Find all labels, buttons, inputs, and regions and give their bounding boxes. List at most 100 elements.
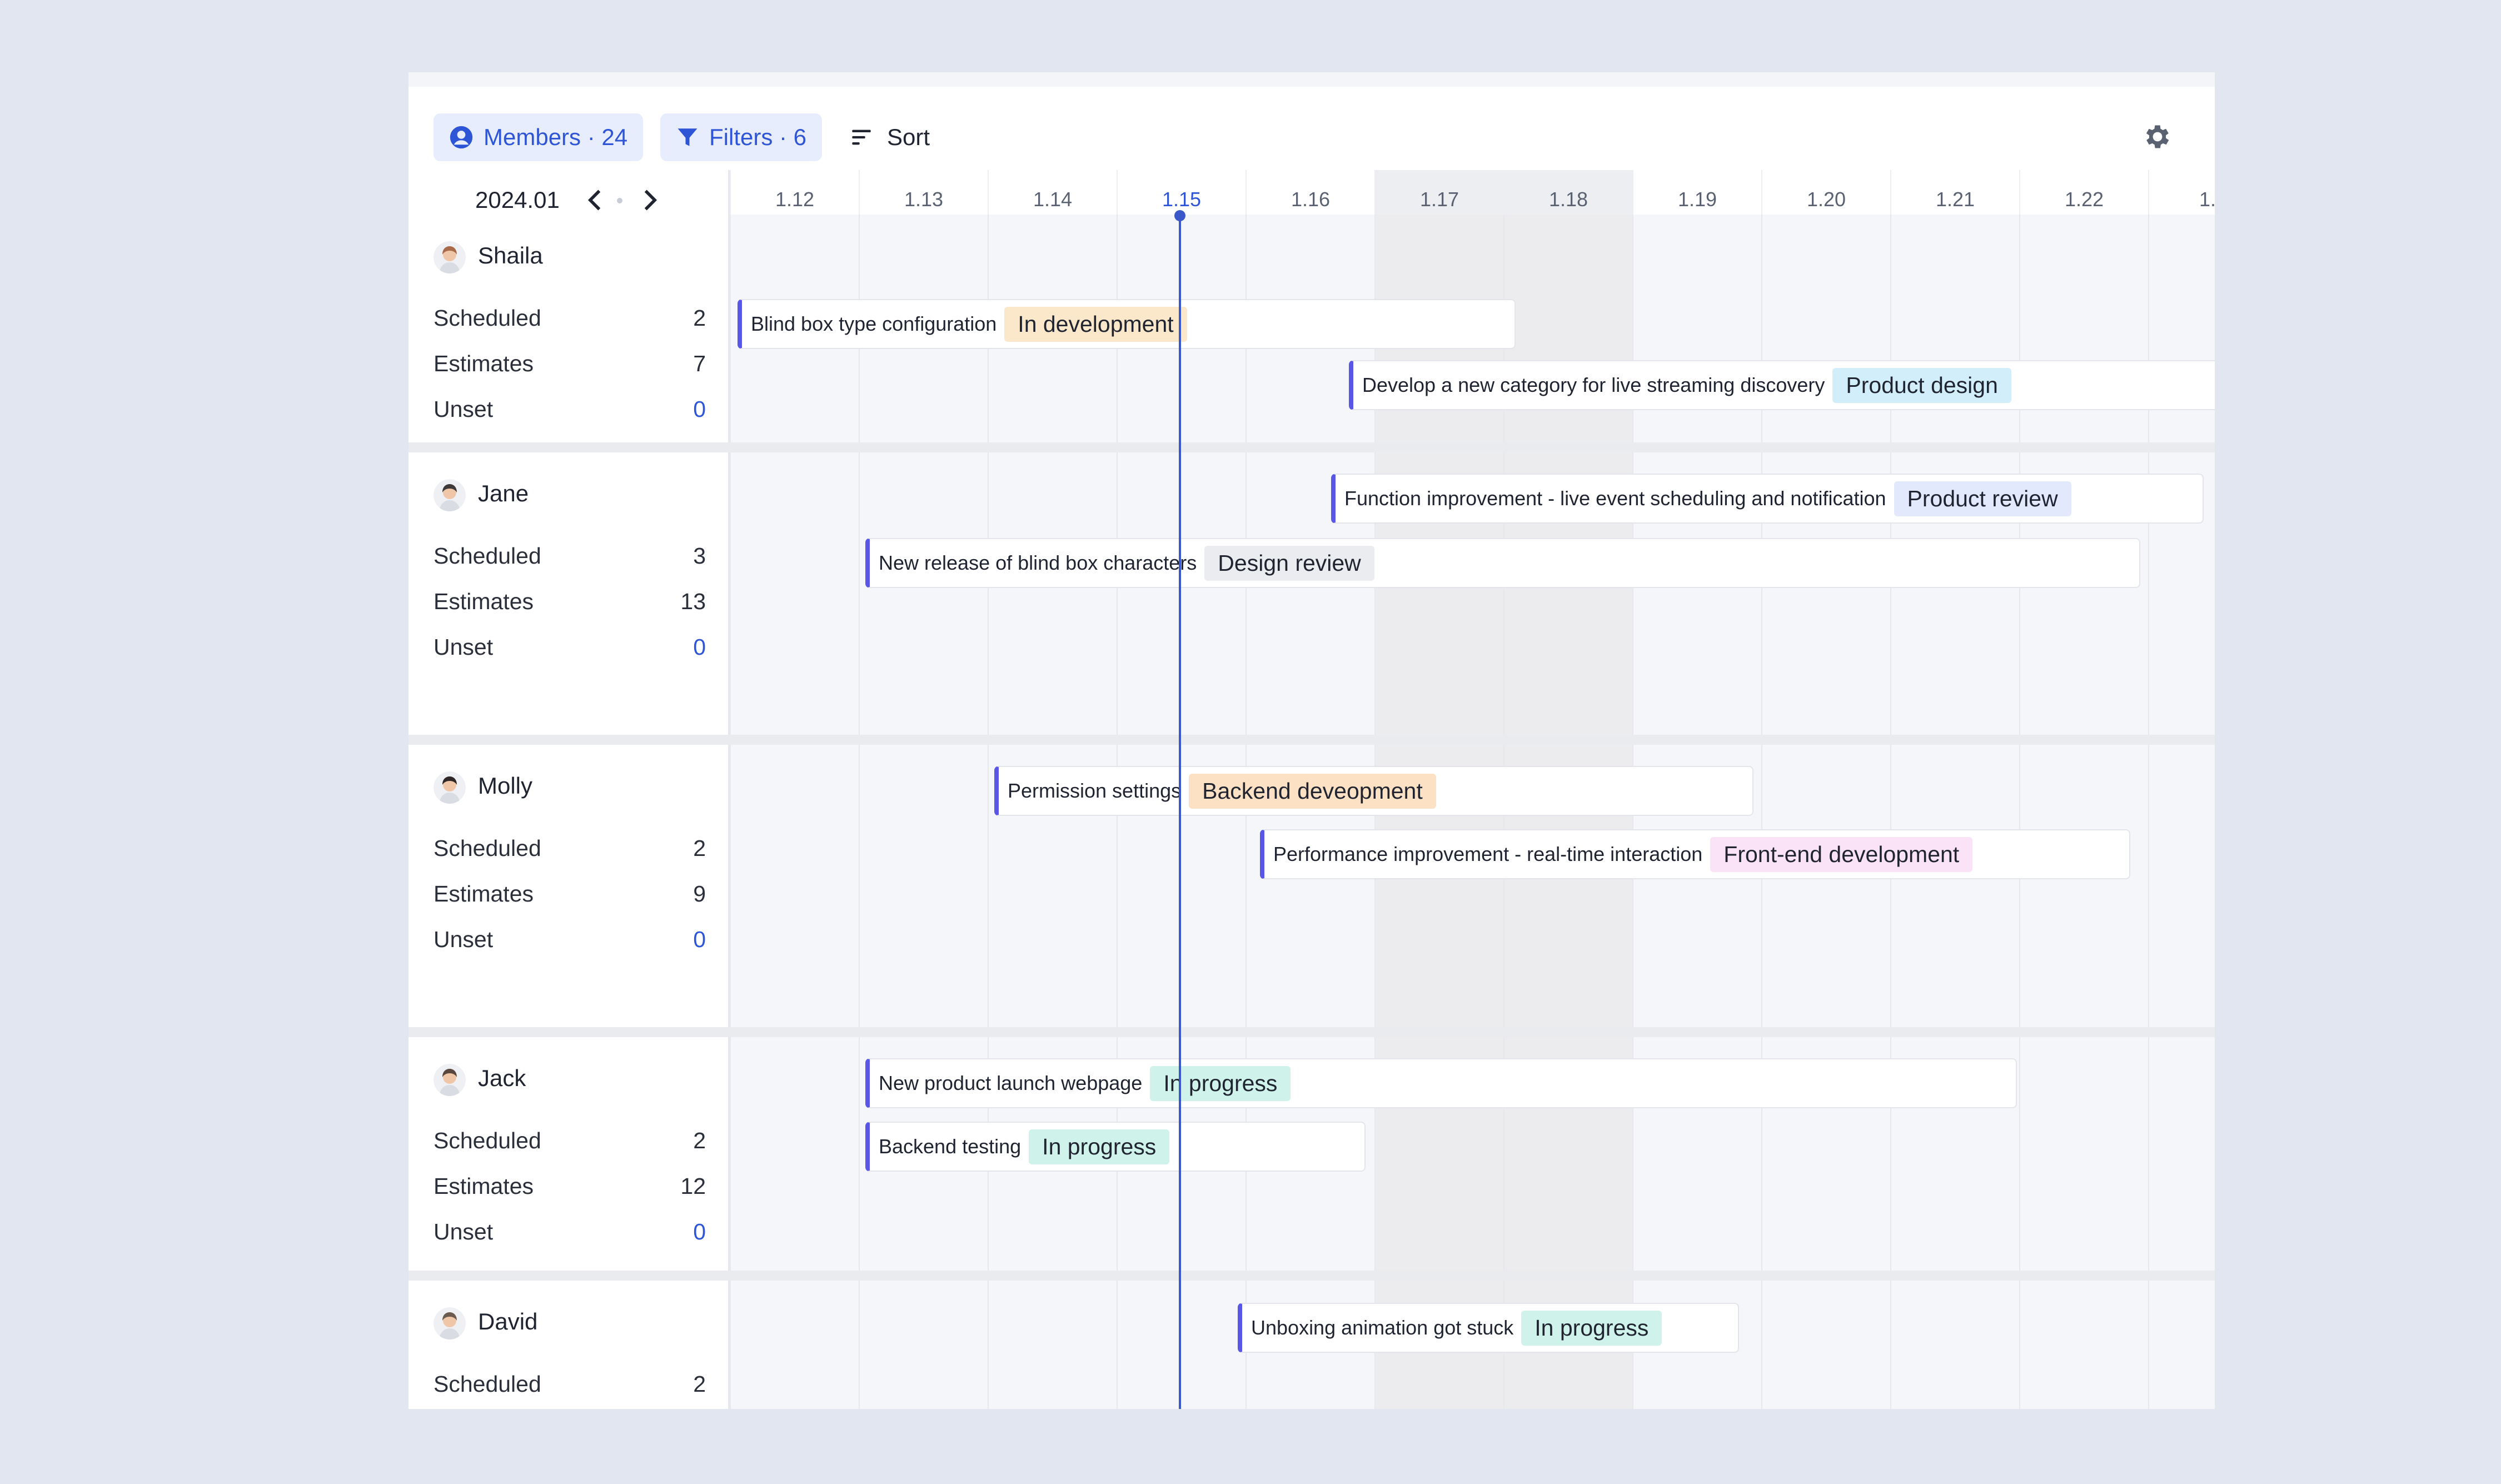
filters-label: Filters · 6 — [709, 124, 807, 150]
member-name[interactable]: Shaila — [478, 242, 543, 269]
stat-label: Scheduled — [434, 1128, 541, 1153]
stat-label: Estimates — [434, 589, 534, 614]
stat-value: 2 — [693, 305, 706, 331]
status-tag: In progress — [1521, 1310, 1662, 1346]
stat-row: Unset 0 — [434, 634, 706, 660]
stat-label: Estimates — [434, 881, 534, 907]
task-bar[interactable]: New release of blind box characters Desig… — [865, 538, 2140, 588]
avatar[interactable] — [434, 479, 466, 511]
chevron-left-icon[interactable] — [583, 186, 607, 215]
stat-row: Unset 0 — [434, 927, 706, 953]
stat-label: Unset — [434, 634, 494, 660]
task-bar[interactable]: New product launch webpage In progress — [865, 1058, 2017, 1108]
task-title: Backend testing — [879, 1135, 1022, 1158]
avatar[interactable] — [434, 771, 466, 804]
status-tag: In development — [1004, 306, 1187, 342]
member-summary: Jane Scheduled 3 Estimates 13 Unset 0 — [408, 452, 730, 735]
stat-row: Unset 0 — [434, 1219, 706, 1245]
stat-row: Unset 0 — [434, 396, 706, 422]
avatar[interactable] — [434, 1064, 466, 1096]
stat-label: Unset — [434, 396, 494, 422]
stat-value: 7 — [693, 351, 706, 376]
task-bar[interactable]: Backend testing In progress — [865, 1122, 1366, 1172]
sort-label: Sort — [887, 124, 930, 150]
stat-value[interactable]: 0 — [693, 396, 706, 422]
task-title: Develop a new category for live streamin… — [1362, 374, 1825, 396]
stat-label: Estimates — [434, 1173, 534, 1199]
stat-value: 2 — [693, 1128, 706, 1153]
task-bar[interactable]: Blind box type configuration In developme… — [738, 299, 1516, 349]
task-title: Function improvement - live event schedu… — [1344, 487, 1886, 510]
stat-value[interactable]: 0 — [693, 634, 706, 660]
filter-icon — [677, 128, 698, 146]
task-bar[interactable]: Develop a new category for live streamin… — [1349, 360, 2215, 410]
sort-button[interactable]: Sort — [850, 113, 930, 161]
stat-label: Scheduled — [434, 305, 541, 331]
task-bar[interactable]: Performance improvement - real-time inte… — [1260, 829, 2130, 879]
status-tag: Product review — [1894, 481, 2071, 516]
user-circle-icon — [450, 126, 473, 149]
task-title: Blind box type configuration — [751, 312, 997, 335]
stat-value: 2 — [693, 1371, 706, 1397]
member-name[interactable]: Molly — [478, 773, 532, 799]
status-tag: Backend deveopment — [1189, 773, 1436, 809]
today-dot[interactable] — [617, 198, 622, 203]
filters-button[interactable]: Filters · 6 — [660, 113, 823, 161]
avatar[interactable] — [434, 241, 466, 273]
member-row: Shaila Scheduled 2 Estimates 7 Unset 0 Blind bo… — [408, 215, 2215, 448]
task-title: New product launch webpage — [879, 1072, 1143, 1094]
status-tag: Design review — [1204, 545, 1374, 581]
status-tag: In progress — [1029, 1129, 1170, 1164]
member-summary: Shaila Scheduled 2 Estimates 7 Unset 0 — [408, 215, 730, 448]
member-separator — [408, 442, 2215, 452]
stat-row: Estimates 9 — [434, 881, 706, 907]
member-row: Jane Scheduled 3 Estimates 13 Unset 0 Function … — [408, 452, 2215, 735]
member-summary: Jack Scheduled 2 Estimates 12 Unset 0 — [408, 1037, 730, 1271]
stat-value: 3 — [693, 543, 706, 569]
toolbar: Members · 24 Filters · 6 Sort 2024.01 1.… — [408, 87, 2215, 229]
stat-value: 13 — [680, 589, 706, 614]
stat-row: Scheduled 3 — [434, 543, 706, 569]
member-name[interactable]: David — [478, 1308, 537, 1335]
stat-label: Estimates — [434, 351, 534, 376]
timeline-panel: Members · 24 Filters · 6 Sort 2024.01 1.… — [408, 72, 2215, 1409]
stat-row: Scheduled 2 — [434, 1371, 706, 1397]
member-row: David Scheduled 2 Unboxing animation got st… — [408, 1281, 2215, 1409]
stat-label: Scheduled — [434, 543, 541, 569]
avatar[interactable] — [434, 1307, 466, 1339]
month-label: 2024.01 — [475, 187, 560, 213]
member-row: Molly Scheduled 2 Estimates 9 Unset 0 Permissio… — [408, 745, 2215, 1027]
member-summary: David Scheduled 2 — [408, 1281, 730, 1409]
task-title: New release of blind box characters — [879, 551, 1197, 574]
stat-value: 2 — [693, 835, 706, 861]
top-strip — [408, 72, 2215, 87]
member-name[interactable]: Jack — [478, 1065, 526, 1092]
member-separator — [408, 1027, 2215, 1037]
member-summary: Molly Scheduled 2 Estimates 9 Unset 0 — [408, 745, 730, 1027]
today-marker-line — [1179, 215, 1181, 1409]
timeline-grid: Shaila Scheduled 2 Estimates 7 Unset 0 Blind bo… — [408, 215, 2215, 1409]
status-tag: Front-end development — [1710, 836, 1973, 872]
stat-value[interactable]: 0 — [693, 927, 706, 953]
gear-icon[interactable] — [2142, 121, 2173, 152]
stat-label: Unset — [434, 927, 494, 952]
task-bar[interactable]: Unboxing animation got stuck In progress — [1238, 1303, 1739, 1353]
member-name[interactable]: Jane — [478, 480, 529, 507]
stat-label: Unset — [434, 1219, 494, 1244]
members-label: Members · 24 — [484, 124, 628, 150]
task-title: Unboxing animation got stuck — [1251, 1316, 1514, 1339]
status-tag: Product design — [1832, 367, 2011, 403]
task-bar[interactable]: Function improvement - live event schedu… — [1331, 474, 2204, 524]
task-bar[interactable]: Permission settings Backend deveopment — [994, 766, 1753, 816]
stat-value: 12 — [680, 1173, 706, 1199]
stat-row: Estimates 13 — [434, 589, 706, 615]
chevron-right-icon[interactable] — [637, 186, 662, 215]
status-tag: In progress — [1150, 1065, 1291, 1101]
stat-row: Estimates 12 — [434, 1173, 706, 1199]
member-separator — [408, 735, 2215, 745]
members-button[interactable]: Members · 24 — [434, 113, 644, 161]
stat-value[interactable]: 0 — [693, 1219, 706, 1245]
stat-label: Scheduled — [434, 1371, 541, 1397]
task-title: Performance improvement - real-time inte… — [1273, 843, 1703, 865]
stat-row: Scheduled 2 — [434, 835, 706, 861]
